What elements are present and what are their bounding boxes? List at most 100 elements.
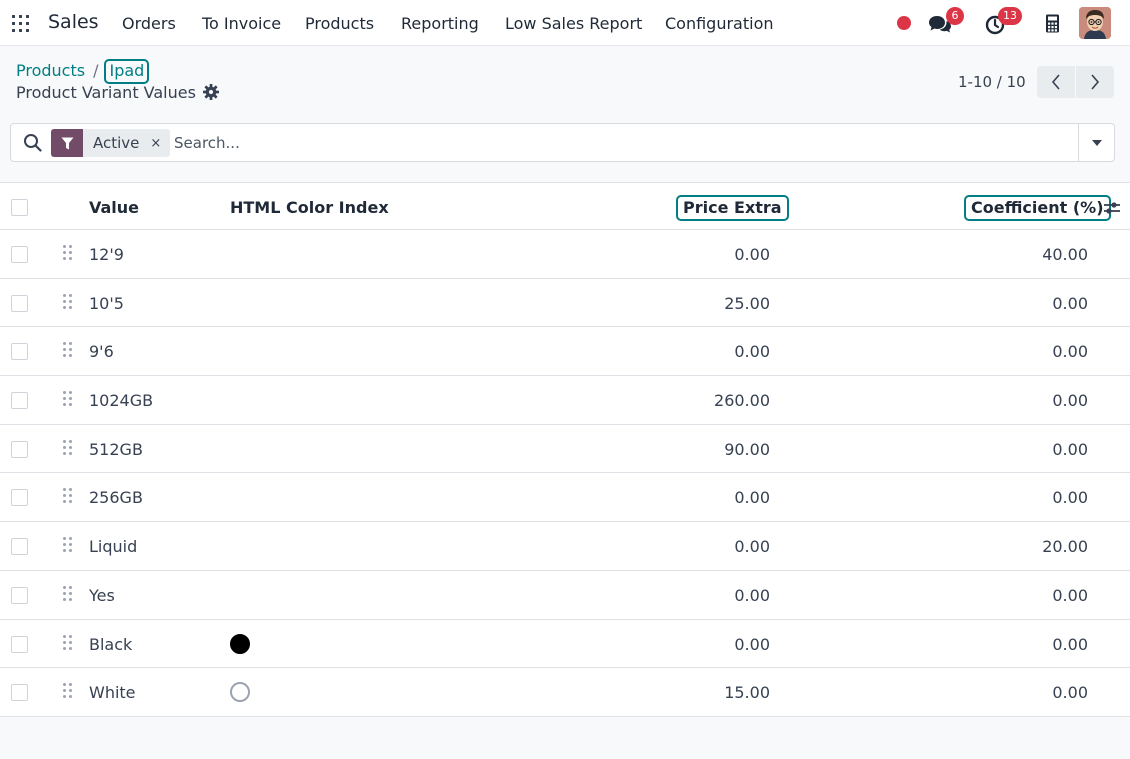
cell-value: Liquid: [89, 537, 138, 557]
breadcrumb-separator: /: [93, 61, 99, 80]
recording-status-icon[interactable]: [897, 16, 911, 30]
top-navbar: Sales Orders To Invoice Products Reporti…: [0, 0, 1130, 46]
cell-coefficient: 0.00: [1052, 488, 1088, 508]
row-checkbox[interactable]: [11, 246, 28, 263]
column-header-html-color-index[interactable]: HTML Color Index: [230, 198, 389, 217]
cell-coefficient: 0.00: [1052, 634, 1088, 654]
row-checkbox[interactable]: [11, 586, 28, 604]
cell-coefficient: 0.00: [1052, 683, 1088, 703]
table-row[interactable]: 1024GB 260.00 0.00: [0, 376, 1130, 425]
table-row[interactable]: 256GB 0.00 0.00: [0, 473, 1130, 523]
cell-value: 12'9: [89, 245, 124, 264]
row-checkbox[interactable]: [11, 489, 28, 507]
cell-coefficient: 20.00: [1042, 537, 1088, 557]
row-checkbox[interactable]: [11, 440, 28, 458]
drag-handle-icon[interactable]: [63, 391, 75, 407]
table-row[interactable]: 10'5 25.00 0.00: [0, 278, 1130, 328]
chevron-right-icon: [1091, 74, 1100, 90]
table-row[interactable]: 512GB 90.00 0.00: [0, 424, 1130, 474]
drag-handle-icon[interactable]: [63, 537, 75, 553]
gear-icon[interactable]: [203, 84, 219, 100]
drag-handle-icon[interactable]: [63, 683, 75, 699]
search-input[interactable]: [174, 130, 1054, 156]
column-header-coefficient[interactable]: Coefficient (%): [964, 195, 1111, 221]
select-all-checkbox[interactable]: [11, 199, 28, 216]
pager-previous-button[interactable]: [1037, 66, 1075, 98]
calculator-icon[interactable]: [1045, 14, 1060, 33]
table-row[interactable]: Black 0.00 0.00: [0, 619, 1130, 669]
row-checkbox[interactable]: [11, 538, 28, 556]
color-swatch: [230, 633, 250, 654]
table-body: 12'9 0.00 40.00 10'5 25.00 0.00 9'6 0.00 0.00 102…: [0, 230, 1130, 717]
breadcrumb-products-link[interactable]: Products: [16, 61, 85, 80]
activities-count-badge: 13: [998, 7, 1022, 25]
pager-value[interactable]: 1-10 / 10: [958, 73, 1026, 91]
table-row[interactable]: White 15.00 0.00: [0, 668, 1130, 717]
cell-price-extra: 0.00: [734, 585, 770, 605]
menu-configuration[interactable]: Configuration: [665, 14, 774, 33]
cell-value: 256GB: [89, 488, 143, 508]
search-icon[interactable]: [23, 133, 42, 152]
drag-handle-icon[interactable]: [63, 342, 75, 358]
facet-label: Active: [93, 134, 140, 152]
variant-values-table: Value HTML Color Index Price Extra Coeff…: [0, 182, 1130, 717]
filter-facet-icon-box: [51, 129, 83, 157]
search-options-toggle[interactable]: [1078, 124, 1114, 161]
table-row[interactable]: Liquid 0.00 20.00: [0, 522, 1130, 571]
page-title: Product Variant Values: [16, 83, 196, 102]
filter-icon: [61, 137, 73, 149]
active-filter-facet: Active ×: [51, 129, 171, 157]
table-row[interactable]: 12'9 0.00 40.00: [0, 230, 1130, 279]
user-avatar[interactable]: [1079, 7, 1111, 39]
menu-reporting[interactable]: Reporting: [401, 14, 479, 33]
breadcrumb-current-ipad[interactable]: Ipad: [104, 59, 150, 84]
cell-coefficient: 0.00: [1052, 585, 1088, 605]
cell-price-extra: 15.00: [724, 683, 770, 703]
chevron-left-icon: [1051, 74, 1060, 90]
cell-coefficient: 40.00: [1042, 245, 1088, 264]
color-swatch: [230, 682, 250, 703]
menu-orders[interactable]: Orders: [122, 14, 176, 33]
drag-handle-icon[interactable]: [63, 245, 75, 261]
cell-value: Yes: [89, 585, 115, 605]
breadcrumb: Products / Ipad: [16, 59, 150, 84]
pager-next-button[interactable]: [1076, 66, 1114, 98]
messages-count-badge: 6: [946, 7, 964, 25]
table-row[interactable]: Yes 0.00 0.00: [0, 570, 1130, 620]
table-row[interactable]: 9'6 0.00 0.00: [0, 327, 1130, 377]
row-checkbox[interactable]: [11, 684, 28, 702]
cell-value: 10'5: [89, 293, 124, 313]
cell-coefficient: 0.00: [1052, 293, 1088, 313]
cell-value: White: [89, 683, 136, 703]
drag-handle-icon[interactable]: [63, 488, 75, 504]
app-grid-icon[interactable]: [12, 15, 29, 32]
row-checkbox[interactable]: [11, 343, 28, 361]
menu-to-invoice[interactable]: To Invoice: [202, 14, 281, 33]
cell-value: 9'6: [89, 342, 114, 362]
caret-down-icon: [1091, 139, 1102, 146]
drag-handle-icon[interactable]: [63, 293, 75, 310]
cell-price-extra: 0.00: [734, 245, 770, 264]
menu-low-sales-report[interactable]: Low Sales Report: [505, 14, 642, 33]
table-header: Value HTML Color Index Price Extra Coeff…: [0, 182, 1130, 230]
drag-handle-icon[interactable]: [63, 439, 75, 456]
column-header-value[interactable]: Value: [89, 198, 139, 217]
facet-remove-icon[interactable]: ×: [147, 136, 170, 151]
drag-handle-icon[interactable]: [63, 585, 75, 602]
row-checkbox[interactable]: [11, 392, 28, 410]
cell-price-extra: 0.00: [734, 488, 770, 508]
cell-price-extra: 0.00: [734, 537, 770, 557]
cell-coefficient: 0.00: [1052, 342, 1088, 362]
search-bar: Active ×: [10, 123, 1115, 162]
optional-columns-icon[interactable]: [1103, 199, 1121, 217]
cell-price-extra: 90.00: [724, 439, 770, 459]
cell-value: Black: [89, 634, 133, 654]
row-checkbox[interactable]: [11, 294, 28, 312]
drag-handle-icon[interactable]: [63, 634, 75, 651]
row-checkbox[interactable]: [11, 635, 28, 653]
menu-products[interactable]: Products: [305, 14, 374, 33]
cell-coefficient: 0.00: [1052, 439, 1088, 459]
app-name[interactable]: Sales: [48, 11, 99, 33]
cell-coefficient: 0.00: [1052, 391, 1088, 411]
column-header-price-extra[interactable]: Price Extra: [676, 195, 789, 221]
